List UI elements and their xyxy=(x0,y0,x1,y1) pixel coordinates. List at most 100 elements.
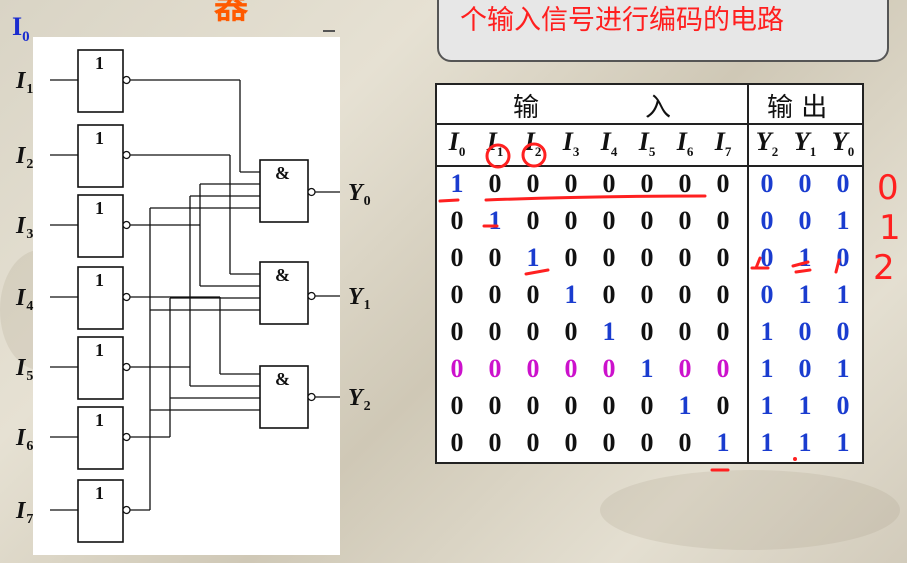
inverter-symbol: 1 xyxy=(95,270,104,290)
table-cell: 0 xyxy=(450,206,464,235)
table-cell: 0 xyxy=(798,354,812,383)
table-cell: 1 xyxy=(798,391,812,420)
column-header: I3 xyxy=(562,127,580,160)
table-cell: 0 xyxy=(678,280,692,309)
table-cell: 0 xyxy=(564,169,578,198)
table-cell: 0 xyxy=(716,391,730,420)
table-rule xyxy=(437,165,862,167)
table-cell: 0 xyxy=(678,243,692,272)
inverter-symbol: 1 xyxy=(95,128,104,148)
inversion-bubble xyxy=(122,292,131,302)
table-cell: 1 xyxy=(450,169,464,198)
table-cell: 0 xyxy=(526,169,540,198)
input-label: I7 xyxy=(15,498,33,527)
input-label: I1 xyxy=(15,68,33,97)
input-label: I6 xyxy=(15,425,33,454)
table-cell: 0 xyxy=(678,354,692,383)
column-header: I5 xyxy=(638,127,656,160)
table-cell: 1 xyxy=(488,206,502,235)
table-cell: 0 xyxy=(526,280,540,309)
table-cell: 0 xyxy=(450,391,464,420)
table-cell: 0 xyxy=(716,243,730,272)
table-cell: 0 xyxy=(602,169,616,198)
inversion-bubble xyxy=(122,220,131,230)
table-cell: 0 xyxy=(488,169,502,198)
table-cell: 0 xyxy=(836,169,850,198)
inversion-bubble xyxy=(122,505,131,515)
table-cell: 0 xyxy=(564,428,578,457)
table-cell: 0 xyxy=(488,391,502,420)
table-cell: 0 xyxy=(678,169,692,198)
inverter-symbol: 1 xyxy=(95,483,104,503)
column-header: I2 xyxy=(524,127,542,160)
table-cell: 1 xyxy=(836,428,850,457)
table-cell: 1 xyxy=(526,243,540,272)
table-cell: 0 xyxy=(526,428,540,457)
side-note-1: 1 xyxy=(879,208,901,248)
table-cell: 0 xyxy=(564,354,578,383)
table-cell: 1 xyxy=(836,280,850,309)
table-cell: 0 xyxy=(678,428,692,457)
inversion-bubble xyxy=(122,150,131,160)
table-cell: 0 xyxy=(640,317,654,346)
table-cell: 0 xyxy=(760,169,774,198)
table-cell: 1 xyxy=(836,354,850,383)
output-label: Y2 xyxy=(348,385,371,414)
table-cell: 0 xyxy=(488,280,502,309)
column-header: I6 xyxy=(676,127,694,160)
table-cell: 0 xyxy=(450,317,464,346)
output-label: Y1 xyxy=(348,284,371,313)
column-header: Y0 xyxy=(831,127,855,160)
table-cell: 1 xyxy=(760,354,774,383)
inversion-bubble xyxy=(307,187,316,197)
table-cell: 1 xyxy=(760,391,774,420)
table-cell: 0 xyxy=(640,391,654,420)
table-cell: 0 xyxy=(836,243,850,272)
input-label: I2 xyxy=(15,143,33,172)
side-note-2: 2 xyxy=(873,248,895,288)
column-header: I0 xyxy=(448,127,466,160)
table-cell: 1 xyxy=(760,317,774,346)
table-cell: 0 xyxy=(640,280,654,309)
table-cell: 0 xyxy=(526,206,540,235)
inverter-symbol: 1 xyxy=(95,53,104,73)
table-cell: 0 xyxy=(716,354,730,383)
table-cell: 0 xyxy=(450,354,464,383)
input-label: I5 xyxy=(15,355,33,384)
table-cell: 0 xyxy=(760,280,774,309)
table-cell: 1 xyxy=(798,428,812,457)
table-cell: 0 xyxy=(488,428,502,457)
table-cell: 0 xyxy=(716,317,730,346)
table-cell: 0 xyxy=(564,317,578,346)
table-cell: 0 xyxy=(526,391,540,420)
table-cell: 0 xyxy=(564,206,578,235)
nand-symbol: & xyxy=(275,163,290,183)
table-cell: 1 xyxy=(716,428,730,457)
table-cell: 0 xyxy=(798,206,812,235)
table-cell: 0 xyxy=(526,317,540,346)
table-cell: 0 xyxy=(450,280,464,309)
table-cell: 0 xyxy=(602,206,616,235)
inversion-bubble xyxy=(122,362,131,372)
inverter-symbol: 1 xyxy=(95,410,104,430)
table-cell: 0 xyxy=(716,206,730,235)
table-cell: 0 xyxy=(798,169,812,198)
table-cell: 1 xyxy=(564,280,578,309)
table-cell: 0 xyxy=(640,243,654,272)
table-cell: 0 xyxy=(564,243,578,272)
inversion-bubble xyxy=(122,432,131,442)
table-cell: 1 xyxy=(798,280,812,309)
input-label: I3 xyxy=(15,213,33,242)
input-header-1: 输 xyxy=(513,93,540,123)
table-cell: 0 xyxy=(640,169,654,198)
table-cell: 1 xyxy=(836,206,850,235)
column-header: Y2 xyxy=(755,127,779,160)
table-cell: 0 xyxy=(450,243,464,272)
output-label: Y0 xyxy=(348,180,371,209)
nand-symbol: & xyxy=(275,369,290,389)
table-cell: 1 xyxy=(760,428,774,457)
column-header: Y1 xyxy=(793,127,817,160)
column-header: I7 xyxy=(714,127,732,160)
table-cell: 0 xyxy=(716,169,730,198)
table-cell: 1 xyxy=(640,354,654,383)
